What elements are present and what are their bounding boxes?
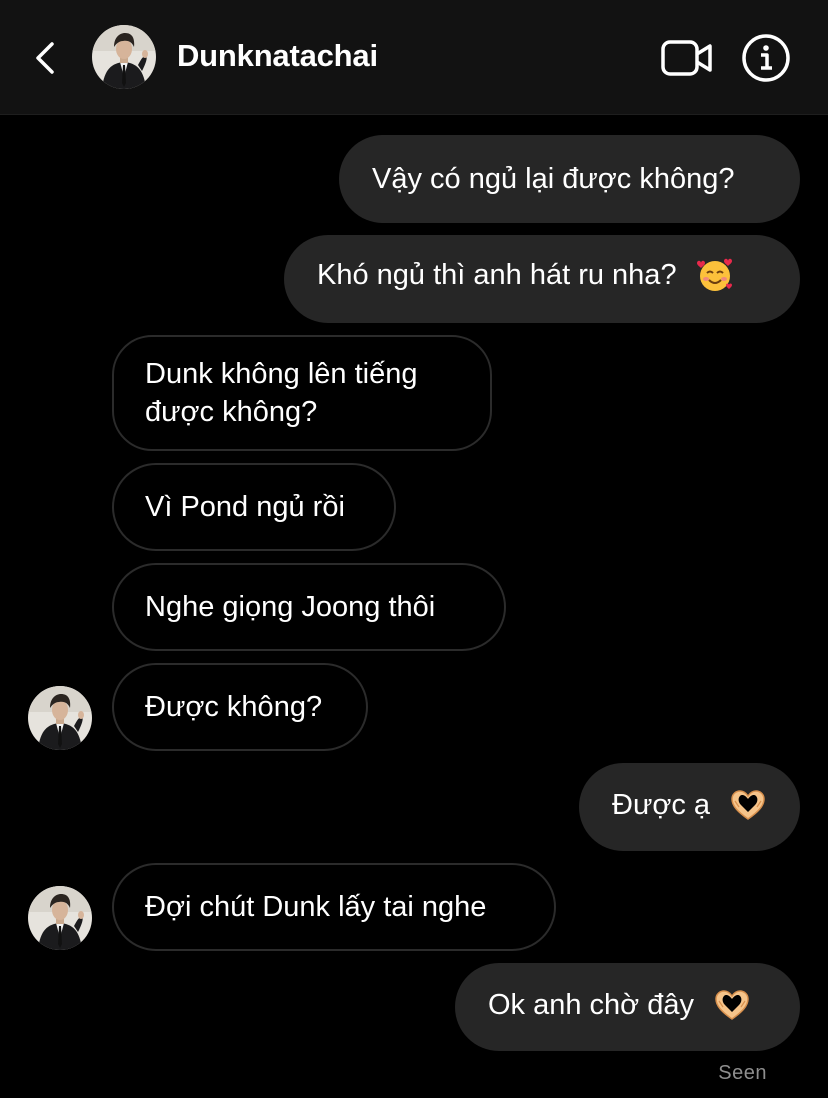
message-text-line: Dunk không lên tiếng [145,358,418,390]
message-text: Khó ngủ thì anh hát ru nha? [317,259,677,292]
message-bubble-outgoing[interactable]: Khó ngủ thì anh hát ru nha? [284,235,800,323]
heart-hands-icon [728,785,768,825]
info-icon[interactable] [740,32,792,84]
message-bubble-incoming[interactable]: Đợi chút Dunk lấy tai nghe [112,863,556,951]
message-text: Được không? [145,691,323,724]
message-bubble-incoming[interactable]: Dunk không lên tiếng được không? [112,335,492,451]
message-text: Vì Pond ngủ rồi [145,491,345,524]
video-call-icon[interactable] [660,38,714,78]
chat-header: Dunknatachai [0,0,828,115]
contact-avatar[interactable] [92,25,156,89]
message-text: Ok anh chờ đây [488,989,695,1022]
sender-avatar[interactable] [28,886,92,950]
message-text: Đợi chút Dunk lấy tai nghe [145,891,487,924]
heart-hands-icon [712,985,752,1025]
message-bubble-outgoing[interactable]: Vậy có ngủ lại được không? [339,135,800,223]
message-bubble-incoming[interactable]: Vì Pond ngủ rồi [112,463,396,551]
smiling-face-with-hearts-icon [695,255,735,295]
seen-status: Seen [718,1062,767,1084]
sender-avatar[interactable] [28,686,92,750]
message-bubble-incoming[interactable]: Được không? [112,663,368,751]
message-bubble-outgoing[interactable]: Được ạ [579,763,800,851]
message-text: Vậy có ngủ lại được không? [372,163,735,196]
message-text: Được ạ [612,789,711,822]
message-bubble-incoming[interactable]: Nghe giọng Joong thôi [112,563,506,651]
message-text: Nghe giọng Joong thôi [145,591,436,624]
message-text-line: được không? [145,396,318,428]
contact-name[interactable]: Dunknatachai [177,34,378,78]
back-arrow-icon[interactable] [30,38,60,78]
message-bubble-outgoing[interactable]: Ok anh chờ đây [455,963,800,1051]
